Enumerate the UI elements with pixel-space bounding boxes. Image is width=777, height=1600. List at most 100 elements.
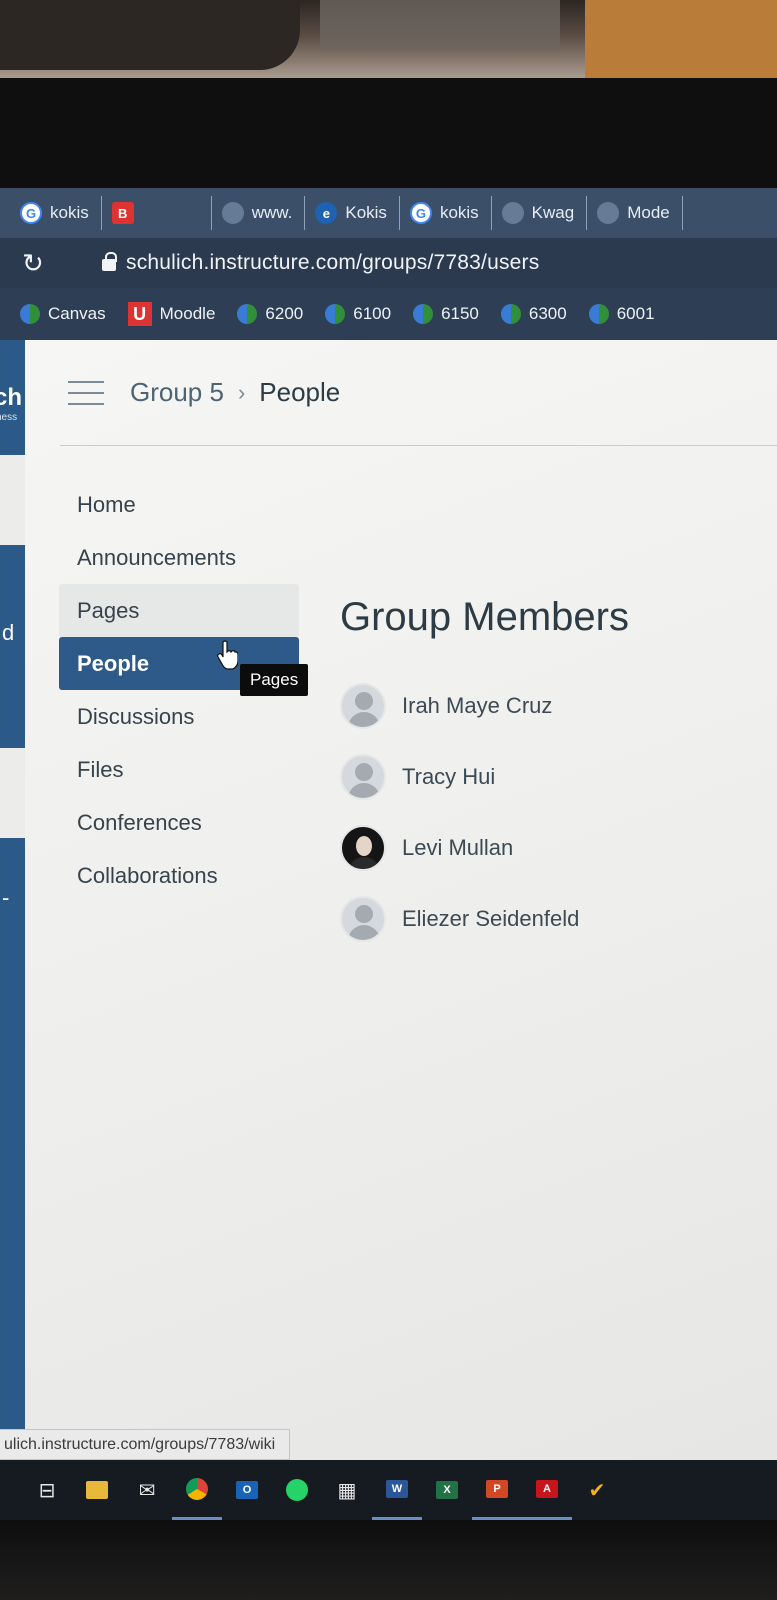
- browser-tab[interactable]: G kokis: [10, 196, 102, 230]
- site-icon: [413, 304, 434, 324]
- browser-tab[interactable]: B: [102, 196, 212, 230]
- site-icon: [325, 304, 346, 324]
- moodle-icon: U: [127, 302, 152, 326]
- member-row[interactable]: Irah Maye Cruz: [340, 670, 760, 741]
- browser-tab[interactable]: e Kokis: [305, 196, 400, 230]
- avatar[interactable]: [340, 824, 386, 871]
- bookmark-label: 6300: [528, 304, 567, 323]
- file-explorer-icon[interactable]: [72, 1460, 122, 1520]
- bookmarks-bar: Canvas U Moodle 6200 6100 6150 6300 6001: [0, 288, 777, 340]
- monitor-bezel: [0, 1520, 777, 1600]
- avatar[interactable]: [340, 895, 386, 942]
- browser-tab[interactable]: Kwag: [492, 196, 588, 230]
- reload-icon[interactable]: ↻: [22, 248, 62, 279]
- outlook-icon[interactable]: O: [222, 1460, 272, 1520]
- avatar[interactable]: [340, 682, 386, 729]
- bookmark-canvas[interactable]: Canvas: [20, 304, 106, 324]
- browser-tab[interactable]: www.: [212, 196, 306, 230]
- bookmark-moodle[interactable]: U Moodle: [127, 302, 216, 326]
- nav-item-pages[interactable]: Pages: [59, 584, 299, 637]
- status-bar-url: ulich.instructure.com/groups/7783/wiki: [0, 1429, 290, 1460]
- bookmark-label: Moodle: [159, 304, 216, 323]
- brand-logo[interactable]: ch: [0, 384, 22, 412]
- chrome-icon[interactable]: [172, 1460, 222, 1520]
- tab-label: kokis: [439, 203, 479, 222]
- site-icon: [500, 304, 521, 324]
- breadcrumb-current: People: [259, 377, 341, 407]
- bookmark-label: 6150: [441, 304, 479, 323]
- background-shape: [0, 0, 300, 70]
- globe-icon: [597, 202, 620, 224]
- brand-subtitle: ness: [0, 412, 18, 423]
- tab-label: Mode: [627, 203, 670, 222]
- lock-icon: [102, 252, 117, 271]
- nav-divider: [0, 455, 25, 545]
- background-shape: [320, 0, 560, 50]
- member-row[interactable]: Levi Mullan: [340, 812, 760, 883]
- nav-item-home[interactable]: Home: [59, 478, 299, 531]
- bookmark-6200[interactable]: 6200: [237, 304, 303, 324]
- bookmark-6150[interactable]: 6150: [413, 304, 479, 324]
- word-icon[interactable]: W: [372, 1460, 422, 1520]
- bookmark-label: Canvas: [48, 304, 106, 323]
- nav-divider: [0, 748, 25, 838]
- tab-label: www.: [251, 203, 293, 222]
- canvas-icon: [20, 304, 40, 324]
- member-row[interactable]: Tracy Hui: [340, 741, 760, 812]
- monitor-bezel: [0, 78, 777, 188]
- nav-item-discussions[interactable]: Discussions: [59, 690, 299, 743]
- breadcrumb-group[interactable]: Group 5: [130, 377, 224, 408]
- page-header: Group 5 › People: [60, 340, 777, 446]
- url-field[interactable]: schulich.instructure.com/groups/7783/use…: [126, 251, 539, 275]
- site-icon: [237, 304, 258, 324]
- browser-tab[interactable]: Mode: [587, 196, 683, 230]
- task-view-icon[interactable]: ⊟: [22, 1460, 72, 1520]
- member-name[interactable]: Irah Maye Cruz: [402, 693, 552, 719]
- member-row[interactable]: Eliezer Seidenfeld: [340, 883, 760, 954]
- google-icon: G: [20, 202, 42, 224]
- calendar-icon[interactable]: ▦: [322, 1460, 372, 1520]
- browser-tab[interactable]: G kokis: [400, 196, 492, 230]
- canvas-page: ch ness d - Group 5 › People Home Announ…: [0, 340, 777, 1460]
- hand-cursor-icon: [217, 640, 238, 670]
- member-name[interactable]: Tracy Hui: [402, 764, 495, 790]
- bookmark-label: 6100: [353, 304, 392, 323]
- globe-icon: [221, 202, 244, 224]
- acrobat-icon[interactable]: A: [522, 1460, 572, 1520]
- background-room: [0, 0, 777, 80]
- bookmark-6001[interactable]: 6001: [588, 304, 655, 324]
- site-icon: [588, 304, 609, 324]
- powerpoint-icon[interactable]: P: [472, 1460, 522, 1520]
- bookmark-label: 6001: [616, 304, 655, 323]
- avatar[interactable]: [340, 753, 386, 800]
- page-title: Group Members: [340, 595, 629, 639]
- whatsapp-icon[interactable]: [272, 1460, 322, 1520]
- nav-item-files[interactable]: Files: [59, 743, 299, 796]
- breadcrumb: Group 5 › People: [130, 377, 340, 408]
- check-icon[interactable]: ✔: [572, 1460, 622, 1520]
- menu-icon[interactable]: [68, 380, 104, 405]
- background-shape: [585, 0, 777, 80]
- member-name[interactable]: Eliezer Seidenfeld: [402, 906, 579, 932]
- nav-item-label[interactable]: -: [2, 885, 9, 911]
- nav-item-conferences[interactable]: Conferences: [59, 796, 299, 849]
- group-members-section: Group Members Irah Maye Cruz Tracy Hui L…: [340, 595, 760, 954]
- edge-icon: e: [315, 202, 338, 224]
- nav-item-label[interactable]: d: [2, 620, 14, 646]
- globe-icon: [501, 202, 524, 224]
- bookmark-6100[interactable]: 6100: [325, 304, 391, 324]
- mail-icon[interactable]: ✉: [122, 1460, 172, 1520]
- address-bar: ↻ schulich.instructure.com/groups/7783/u…: [0, 238, 777, 288]
- tab-label: Kokis: [345, 203, 387, 222]
- bookmark-6300[interactable]: 6300: [500, 304, 567, 324]
- excel-icon[interactable]: X: [422, 1460, 472, 1520]
- tab-label: Kwag: [531, 203, 575, 222]
- tab-label: kokis: [50, 203, 89, 222]
- tooltip: Pages: [240, 664, 309, 696]
- nav-item-collaborations[interactable]: Collaborations: [59, 849, 299, 902]
- member-name[interactable]: Levi Mullan: [402, 835, 513, 861]
- breadcrumb-separator: ›: [237, 379, 246, 405]
- google-icon: G: [409, 202, 432, 224]
- nav-item-announcements[interactable]: Announcements: [59, 531, 299, 584]
- global-nav: ch ness d -: [0, 340, 25, 1460]
